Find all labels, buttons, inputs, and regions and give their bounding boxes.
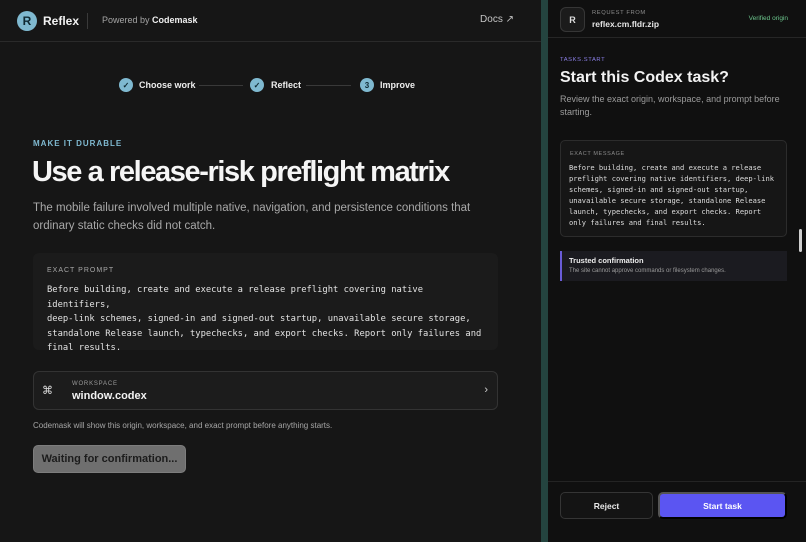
task-title: Start this Codex task? bbox=[560, 69, 729, 86]
workspace-label: WORKSPACE bbox=[72, 381, 118, 387]
origin-avatar: R bbox=[560, 7, 585, 32]
start-task-button[interactable]: Start task bbox=[658, 492, 787, 519]
trusted-confirmation-callout: Trusted confirmation The site cannot app… bbox=[560, 251, 787, 281]
trusted-body: The site cannot approve commands or file… bbox=[569, 268, 726, 274]
chevron-right-icon: › bbox=[484, 384, 488, 396]
step-connector bbox=[199, 85, 243, 86]
prompt-text: Before building, create and execute a re… bbox=[47, 285, 482, 353]
waiting-confirmation-button[interactable]: Waiting for confirmation... bbox=[33, 445, 186, 473]
request-origin: reflex.cm.fldr.zip bbox=[592, 19, 660, 29]
task-eyebrow: TASKS.START bbox=[560, 57, 606, 63]
confirmation-note: Codemask will show this origin, workspac… bbox=[33, 421, 333, 430]
powered-prefix: Powered by bbox=[102, 15, 150, 25]
window-divider bbox=[541, 0, 548, 542]
page-title: Use a release-risk preflight matrix bbox=[32, 156, 450, 188]
top-bar: R Reflex Powered by Codemask Docs ↗ bbox=[0, 0, 541, 42]
prompt-label: EXACT PROMPT bbox=[47, 267, 115, 274]
docs-link[interactable]: Docs ↗ bbox=[480, 14, 514, 25]
brand-divider bbox=[87, 13, 88, 29]
step-2-label: Reflect bbox=[271, 80, 302, 90]
codemask-confirmation-panel: R REQUEST FROM reflex.cm.fldr.zip Verifi… bbox=[548, 0, 806, 542]
progress-stepper: ✓ Choose work ✓ Reflect 3 Improve bbox=[119, 78, 419, 92]
panel-scrollbar[interactable] bbox=[799, 229, 802, 252]
powered-by: Powered by Codemask bbox=[102, 15, 198, 25]
step-1-label: Choose work bbox=[139, 80, 196, 90]
step-connector bbox=[306, 85, 351, 86]
message-text: Before building, create and execute a re… bbox=[569, 163, 774, 227]
exact-message-card: EXACT MESSAGE Before building, create an… bbox=[560, 140, 787, 237]
reject-button[interactable]: Reject bbox=[560, 492, 653, 519]
reflex-app: R Reflex Powered by Codemask Docs ↗ ✓ Ch… bbox=[0, 0, 541, 542]
step-3-label: Improve bbox=[380, 80, 416, 90]
verified-badge: Verified origin bbox=[748, 15, 788, 22]
reflex-logo: R bbox=[17, 11, 37, 31]
step-1-check-icon: ✓ bbox=[119, 78, 133, 92]
workspace-selector[interactable]: ⌘ WORKSPACE window.codex › bbox=[33, 371, 498, 410]
workspace-value: window.codex bbox=[72, 390, 147, 402]
exact-prompt-card: EXACT PROMPT Before building, create and… bbox=[33, 253, 498, 353]
request-label: REQUEST FROM bbox=[592, 10, 646, 16]
page-description: The mobile failure involved multiple nat… bbox=[33, 202, 471, 232]
section-eyebrow: MAKE IT DURABLE bbox=[33, 139, 123, 148]
request-header: R REQUEST FROM reflex.cm.fldr.zip Verifi… bbox=[548, 0, 806, 38]
step-3-number-badge: 3 bbox=[360, 78, 374, 92]
brand-name: Reflex bbox=[43, 14, 80, 28]
powered-name: Codemask bbox=[152, 15, 198, 25]
step-2-check-icon: ✓ bbox=[250, 78, 264, 92]
message-label: EXACT MESSAGE bbox=[570, 151, 625, 157]
trusted-title: Trusted confirmation bbox=[569, 256, 644, 265]
task-subtitle: Review the exact origin, workspace, and … bbox=[560, 94, 780, 117]
action-footer: Reject Start task bbox=[548, 481, 806, 542]
command-icon: ⌘ bbox=[42, 385, 53, 397]
